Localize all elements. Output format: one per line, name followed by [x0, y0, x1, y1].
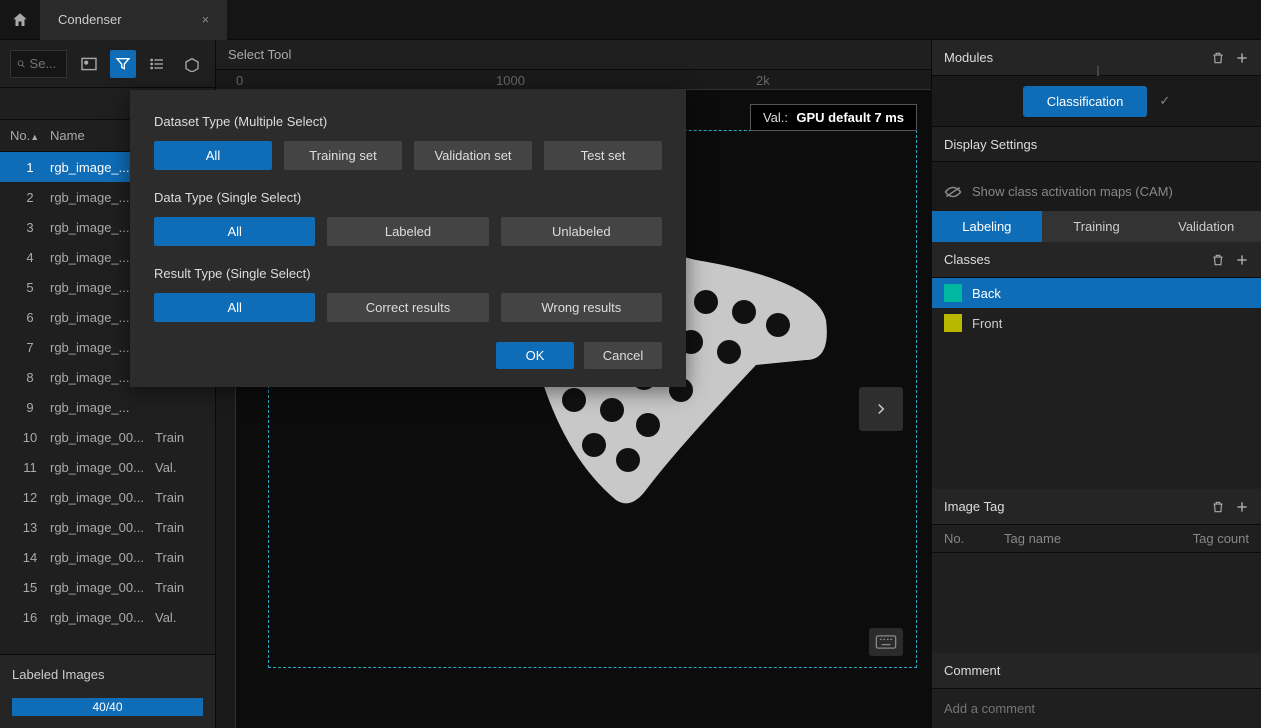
- filter-option[interactable]: Unlabeled: [501, 217, 662, 246]
- filter-option[interactable]: Test set: [544, 141, 662, 170]
- list-item[interactable]: 12rgb_image_00...Train: [0, 482, 215, 512]
- ruler-horizontal: 0 1000 2k: [216, 70, 931, 90]
- list-item[interactable]: 13rgb_image_00...Train: [0, 512, 215, 542]
- class-list: BackFront: [932, 278, 1261, 338]
- filter-icon[interactable]: [110, 50, 136, 78]
- list-icon[interactable]: [144, 50, 170, 78]
- package-icon[interactable]: [179, 50, 205, 78]
- plus-icon[interactable]: [1235, 500, 1249, 514]
- trash-icon[interactable]: [1211, 51, 1225, 65]
- filter-option[interactable]: Correct results: [327, 293, 488, 322]
- checkmark-icon: ✓: [1159, 93, 1170, 109]
- labeled-progress: 40/40: [12, 698, 203, 716]
- tag-table-header: No. Tag name Tag count: [932, 525, 1261, 553]
- trash-icon[interactable]: [1211, 500, 1225, 514]
- image-icon[interactable]: [75, 50, 101, 78]
- list-item[interactable]: 10rgb_image_00...Train: [0, 422, 215, 452]
- labeled-images-label: Labeled Images: [12, 667, 203, 682]
- search-field[interactable]: [30, 56, 61, 71]
- ok-button[interactable]: OK: [496, 342, 574, 369]
- search-input[interactable]: [10, 50, 67, 78]
- list-item[interactable]: 14rgb_image_00...Train: [0, 542, 215, 572]
- class-item[interactable]: Front: [932, 308, 1261, 338]
- filter-option[interactable]: Validation set: [414, 141, 532, 170]
- list-item[interactable]: 16rgb_image_00...Val.: [0, 602, 215, 632]
- dataset-type-label: Dataset Type (Multiple Select): [154, 114, 662, 129]
- comment-input[interactable]: [944, 701, 1249, 716]
- eye-icon[interactable]: [944, 186, 962, 198]
- tab-label: Condenser: [58, 12, 122, 27]
- list-item[interactable]: 11rgb_image_00...Val.: [0, 452, 215, 482]
- classes-title: Classes: [944, 252, 990, 267]
- filter-option[interactable]: Labeled: [327, 217, 488, 246]
- col-no-header[interactable]: No.▲: [10, 128, 50, 143]
- filter-dialog: Dataset Type (Multiple Select) All Traini…: [130, 90, 686, 387]
- image-tag-title: Image Tag: [944, 499, 1004, 514]
- comment-title: Comment: [944, 663, 1000, 678]
- plus-icon[interactable]: [1235, 253, 1249, 267]
- tab-labeling[interactable]: Labeling: [932, 211, 1042, 242]
- keyboard-icon[interactable]: [869, 628, 903, 656]
- tab-validation[interactable]: Validation: [1151, 211, 1261, 242]
- result-type-label: Result Type (Single Select): [154, 266, 662, 281]
- close-icon[interactable]: ×: [202, 12, 210, 27]
- cancel-button[interactable]: Cancel: [584, 342, 662, 369]
- home-button[interactable]: [0, 0, 40, 40]
- data-type-label: Data Type (Single Select): [154, 190, 662, 205]
- plus-icon[interactable]: [1235, 51, 1249, 65]
- modules-title: Modules: [944, 50, 993, 65]
- classification-module[interactable]: Classification: [1023, 86, 1148, 117]
- filter-option[interactable]: All: [154, 217, 315, 246]
- filter-option[interactable]: All: [154, 141, 272, 170]
- list-item[interactable]: 15rgb_image_00...Train: [0, 572, 215, 602]
- class-item[interactable]: Back: [932, 278, 1261, 308]
- display-settings-title: Display Settings: [944, 137, 1037, 152]
- tab-training[interactable]: Training: [1042, 211, 1152, 242]
- filter-option[interactable]: All: [154, 293, 315, 322]
- trash-icon[interactable]: [1211, 253, 1225, 267]
- filter-option[interactable]: Wrong results: [501, 293, 662, 322]
- cam-label[interactable]: Show class activation maps (CAM): [972, 184, 1173, 199]
- validation-badge: Val.: GPU default 7 ms: [750, 104, 917, 131]
- filter-option[interactable]: Training set: [284, 141, 402, 170]
- select-tool-label: Select Tool: [216, 40, 931, 70]
- list-item[interactable]: 9rgb_image_...: [0, 392, 215, 422]
- next-image-button[interactable]: [859, 387, 903, 431]
- project-tab[interactable]: Condenser ×: [40, 0, 227, 40]
